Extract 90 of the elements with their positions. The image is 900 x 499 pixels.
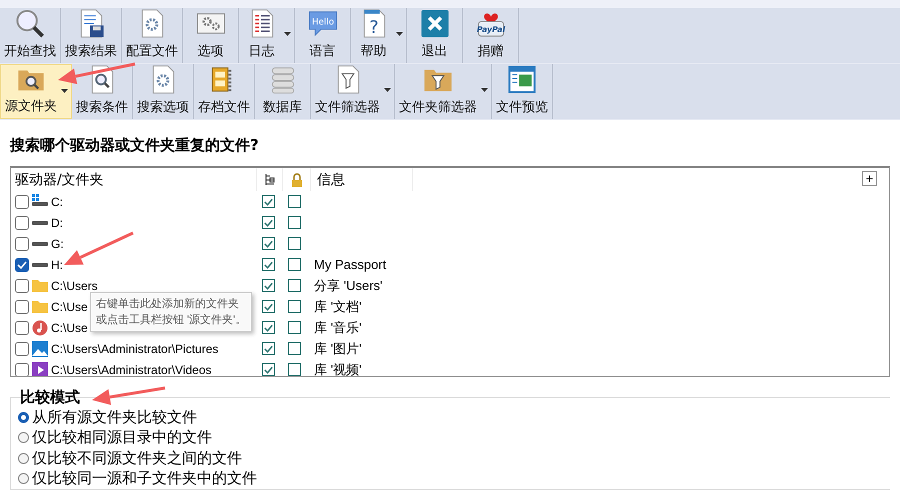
close-icon	[418, 8, 450, 39]
add-button[interactable]: +	[862, 171, 877, 186]
toolbar-button[interactable]: ? 帮助	[351, 8, 407, 63]
checkbox[interactable]	[262, 195, 275, 208]
info-text: 库 '文档'	[314, 298, 362, 316]
annotation-arrow	[64, 232, 134, 265]
checkbox[interactable]	[262, 300, 275, 313]
radio-option[interactable]: 仅比较相同源目录中的文件	[18, 428, 890, 448]
checkbox[interactable]	[288, 258, 301, 271]
folder-path: C:	[51, 194, 63, 208]
tooltip: 右键单击此处添加新的文件夹 或点击工具栏按钮 '源文件夹'。	[90, 292, 252, 332]
info-text: 库 '音乐'	[314, 318, 362, 336]
radio-option[interactable]: 从所有源文件夹比较文件	[18, 407, 890, 428]
checkbox[interactable]	[15, 258, 29, 272]
checkbox[interactable]	[15, 300, 29, 314]
radio-option[interactable]: 仅比较不同源文件夹之间的文件	[18, 448, 890, 468]
option-label: 仅比较相同源目录中的文件	[32, 428, 212, 448]
checkbox[interactable]	[262, 363, 275, 376]
picture-icon	[32, 340, 48, 356]
radio-button[interactable]	[18, 452, 29, 464]
info-text: My Passport	[314, 257, 386, 272]
toolbar-button[interactable]: 选项	[183, 8, 239, 63]
group-title: 比较模式	[20, 388, 80, 406]
radio-button[interactable]	[18, 432, 29, 444]
info-text: 分享 'Users'	[314, 276, 383, 294]
music-note-icon	[32, 320, 48, 336]
checkbox[interactable]	[288, 363, 301, 376]
toolbar-button[interactable]: Hello 语言	[295, 8, 351, 63]
checkbox[interactable]	[288, 279, 301, 292]
padlock-icon	[290, 172, 302, 186]
checkbox[interactable]	[262, 342, 275, 355]
folder-path: C:\Users	[51, 278, 98, 292]
toolbar-button[interactable]: 数据库	[255, 64, 311, 119]
toolbar-button[interactable]: PayPal 捐赠	[463, 8, 519, 63]
radio-button[interactable]	[18, 473, 29, 484]
folder-path: H:	[51, 258, 63, 272]
checkbox[interactable]	[15, 278, 29, 292]
checkbox[interactable]	[288, 237, 301, 250]
section-heading: 搜索哪个驱动器或文件夹重复的文件?	[10, 136, 260, 156]
checkbox[interactable]	[262, 258, 275, 271]
checkbox[interactable]	[288, 321, 301, 334]
video-icon	[32, 362, 48, 376]
drive-icon	[32, 262, 48, 266]
folder-path: C:\Use	[51, 300, 88, 314]
toolbar-button[interactable]: 搜索选项	[133, 64, 194, 119]
toolbar-button[interactable]: 文件筛选器	[311, 64, 395, 119]
toolbar-button[interactable]: 开始查找	[0, 8, 61, 63]
checkbox[interactable]	[288, 195, 301, 208]
checkbox[interactable]	[15, 362, 29, 376]
checkbox[interactable]	[288, 300, 301, 313]
info-text: 库 '视频'	[314, 360, 362, 376]
checkbox[interactable]	[262, 216, 275, 229]
radio-button[interactable]	[18, 412, 29, 423]
folder-path: D:	[51, 216, 63, 230]
folder-path: C:\Users\Administrator\Videos	[51, 362, 212, 376]
folder-icon	[32, 298, 48, 314]
checkbox[interactable]	[15, 236, 29, 250]
drive-icon	[32, 242, 48, 246]
toolbar-button[interactable]: 源文件夹	[0, 64, 72, 119]
drive-icon	[32, 220, 48, 224]
preview-window-icon	[506, 64, 538, 95]
toolbar-button[interactable]: 存档文件	[194, 64, 255, 119]
toolbar-button[interactable]: 文件夹筛选器	[395, 64, 492, 119]
folder-path: C:\Users\Administrator\Pictures	[51, 342, 218, 356]
column-header: 驱动器/文件夹	[15, 170, 104, 188]
checkbox[interactable]	[288, 216, 301, 229]
checkbox[interactable]	[15, 216, 29, 230]
folder-icon	[32, 278, 48, 294]
toolbar-button[interactable]: 搜索结果	[61, 8, 122, 63]
option-label: 仅比较不同源文件夹之间的文件	[32, 448, 242, 468]
radio-option[interactable]: 仅比较同一源和子文件夹中的文件	[18, 468, 890, 489]
checkbox[interactable]	[15, 320, 29, 334]
subfolder-tree-icon	[264, 173, 276, 186]
option-label: 从所有源文件夹比较文件	[32, 408, 197, 427]
checkbox[interactable]	[262, 237, 275, 250]
toolbar-button[interactable]: 配置文件	[122, 8, 183, 63]
info-text: 库 '图片'	[314, 340, 362, 358]
toolbar-button[interactable]: 文件预览	[492, 64, 553, 119]
toolbar-button[interactable]: 搜索条件	[72, 64, 133, 119]
toolbar-button[interactable]: 日志	[239, 8, 295, 63]
folder-path: C:\Use	[51, 320, 88, 334]
checkbox[interactable]	[262, 279, 275, 292]
column-header: 信息	[317, 170, 345, 188]
toolbar-button[interactable]: 退出	[407, 8, 463, 63]
checkbox[interactable]	[15, 342, 29, 356]
option-label: 仅比较同一源和子文件夹中的文件	[32, 469, 257, 488]
folder-path: G:	[51, 236, 64, 250]
checkbox[interactable]	[15, 194, 29, 208]
checkbox[interactable]	[288, 342, 301, 355]
checkbox[interactable]	[262, 321, 275, 334]
